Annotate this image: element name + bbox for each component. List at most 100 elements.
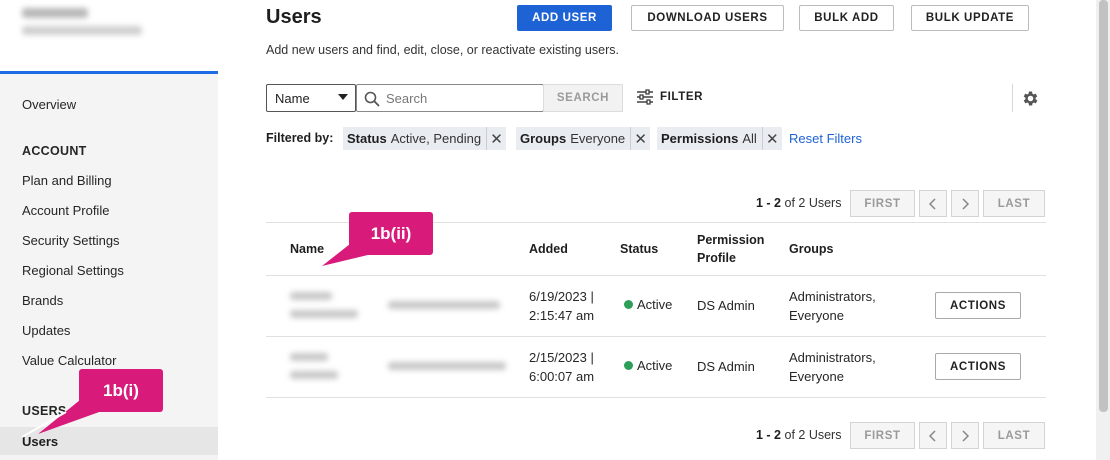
added-cell: 2/15/2023 | 6:00:07 am — [529, 348, 594, 386]
groups-cell: Administrators, Everyone — [789, 287, 876, 325]
row-divider — [266, 336, 1046, 337]
filter-chip-status: Status Active, Pending ✕ — [343, 127, 507, 150]
row-actions-button[interactable]: ACTIONS — [935, 292, 1021, 319]
chip-key: Groups — [520, 131, 567, 146]
sidebar-item-regional-settings[interactable]: Regional Settings — [22, 263, 124, 278]
user-name-redacted — [290, 310, 358, 318]
status-dot-icon — [624, 361, 633, 370]
row-actions-button[interactable]: ACTIONS — [935, 353, 1021, 380]
sidebar-item-plan-billing[interactable]: Plan and Billing — [22, 173, 112, 188]
prev-page-button[interactable] — [919, 422, 947, 449]
groups-cell: Administrators, Everyone — [789, 348, 876, 386]
table-header-border — [266, 275, 1046, 276]
sidebar-heading-users: USERS A — [22, 404, 80, 418]
chip-value: All — [742, 131, 757, 146]
status-cell: Active — [624, 297, 672, 312]
last-page-button[interactable]: LAST — [983, 190, 1045, 217]
user-email-redacted — [388, 362, 506, 370]
groups-line: Administrators, — [789, 289, 876, 304]
remove-filter-status-icon[interactable]: ✕ — [486, 127, 506, 150]
prev-page-button[interactable] — [919, 190, 947, 217]
search-field-select[interactable]: Name — [266, 84, 356, 112]
add-user-button[interactable]: ADD USER — [517, 5, 612, 31]
search-button[interactable]: SEARCH — [543, 84, 623, 112]
bulk-update-button[interactable]: BULK UPDATE — [911, 5, 1029, 31]
next-page-button[interactable] — [951, 422, 979, 449]
column-header-groups[interactable]: Groups — [789, 240, 833, 258]
sidebar-item-brands[interactable]: Brands — [22, 293, 63, 308]
search-input[interactable]: Search — [356, 84, 544, 112]
annotation-callout-1b-ii: 1b(ii) — [349, 212, 433, 255]
chip-key: Status — [347, 131, 387, 146]
status-cell: Active — [624, 358, 672, 373]
status-dot-icon — [624, 300, 633, 309]
chip-value: Everyone — [570, 131, 626, 146]
search-placeholder: Search — [386, 91, 428, 106]
permission-cell: DS Admin — [697, 359, 755, 374]
chevron-left-icon — [928, 197, 936, 210]
added-time: 6:00:07 am — [529, 369, 595, 384]
bulk-add-button[interactable]: BULK ADD — [799, 5, 894, 31]
pagination-range: 1 - 2 — [756, 428, 782, 442]
sidebar-item-updates[interactable]: Updates — [22, 323, 70, 338]
remove-filter-permissions-icon[interactable]: ✕ — [761, 127, 782, 150]
first-page-button[interactable]: FIRST — [850, 190, 915, 217]
search-icon — [364, 91, 380, 107]
filter-chip-permissions: Permissions All ✕ — [657, 127, 782, 150]
chevron-right-icon — [962, 197, 970, 210]
groups-line: Everyone — [789, 369, 844, 384]
last-page-button[interactable]: LAST — [983, 422, 1045, 449]
account-name-redacted — [22, 8, 142, 35]
column-header-line: Profile — [697, 251, 736, 265]
user-name-redacted — [290, 371, 338, 379]
column-header-line: Permission — [697, 233, 765, 247]
added-date: 2/15/2023 | — [529, 350, 594, 365]
column-header-added[interactable]: Added — [529, 240, 568, 258]
groups-line: Everyone — [789, 308, 844, 323]
user-email-redacted — [388, 301, 500, 309]
added-date: 6/19/2023 | — [529, 289, 594, 304]
remove-filter-groups-icon[interactable]: ✕ — [630, 127, 650, 150]
sliders-icon — [637, 89, 653, 105]
download-users-button[interactable]: DOWNLOAD USERS — [631, 5, 784, 31]
filter-chip-groups: Groups Everyone ✕ — [516, 127, 651, 150]
annotation-callout-1b-i: 1b(i) — [79, 369, 163, 412]
sidebar-item-account-profile[interactable]: Account Profile — [22, 203, 109, 218]
filter-button[interactable]: FILTER — [636, 89, 703, 105]
added-cell: 6/19/2023 | 2:15:47 am — [529, 287, 594, 325]
column-header-status[interactable]: Status — [620, 240, 658, 258]
user-name-redacted — [290, 353, 328, 361]
table-bottom-border — [266, 397, 1046, 398]
chip-key: Permissions — [661, 131, 739, 146]
sidebar-item-security-settings[interactable]: Security Settings — [22, 233, 120, 248]
column-header-name[interactable]: Name — [290, 240, 324, 258]
sidebar-item-users[interactable]: Users — [0, 427, 218, 455]
next-page-button[interactable] — [951, 190, 979, 217]
chip-value: Active, Pending — [390, 131, 482, 146]
sidebar-item-label: Users — [22, 434, 59, 449]
filter-button-label: FILTER — [660, 91, 703, 103]
added-time: 2:15:47 am — [529, 308, 595, 323]
first-page-button[interactable]: FIRST — [850, 422, 915, 449]
pagination-total: of 2 Users — [784, 428, 842, 442]
page-title: Users — [266, 6, 322, 28]
sidebar-heading-account: ACCOUNT — [22, 144, 87, 158]
page-subtitle: Add new users and find, edit, close, or … — [266, 43, 619, 57]
reset-filters-link[interactable]: Reset Filters — [789, 131, 862, 146]
gear-icon[interactable] — [1021, 89, 1040, 108]
toolbar-divider — [1012, 84, 1013, 112]
status-text: Active — [637, 297, 673, 312]
pagination-summary-bottom: 1 - 2 of 2 Users — [756, 428, 841, 442]
caret-down-icon — [338, 94, 348, 100]
user-name-redacted — [290, 292, 332, 300]
scrollbar-thumb[interactable] — [1099, 0, 1108, 412]
status-text: Active — [637, 358, 673, 373]
groups-line: Administrators, — [789, 350, 876, 365]
sidebar-item-overview[interactable]: Overview — [22, 97, 76, 112]
permission-cell: DS Admin — [697, 298, 755, 313]
chevron-left-icon — [928, 429, 936, 442]
search-field-select-value: Name — [275, 91, 310, 106]
sidebar-item-value-calculator[interactable]: Value Calculator — [22, 353, 116, 368]
pagination-summary-top: 1 - 2 of 2 Users — [756, 196, 841, 210]
column-header-permission-profile[interactable]: Permission Profile — [697, 231, 764, 267]
